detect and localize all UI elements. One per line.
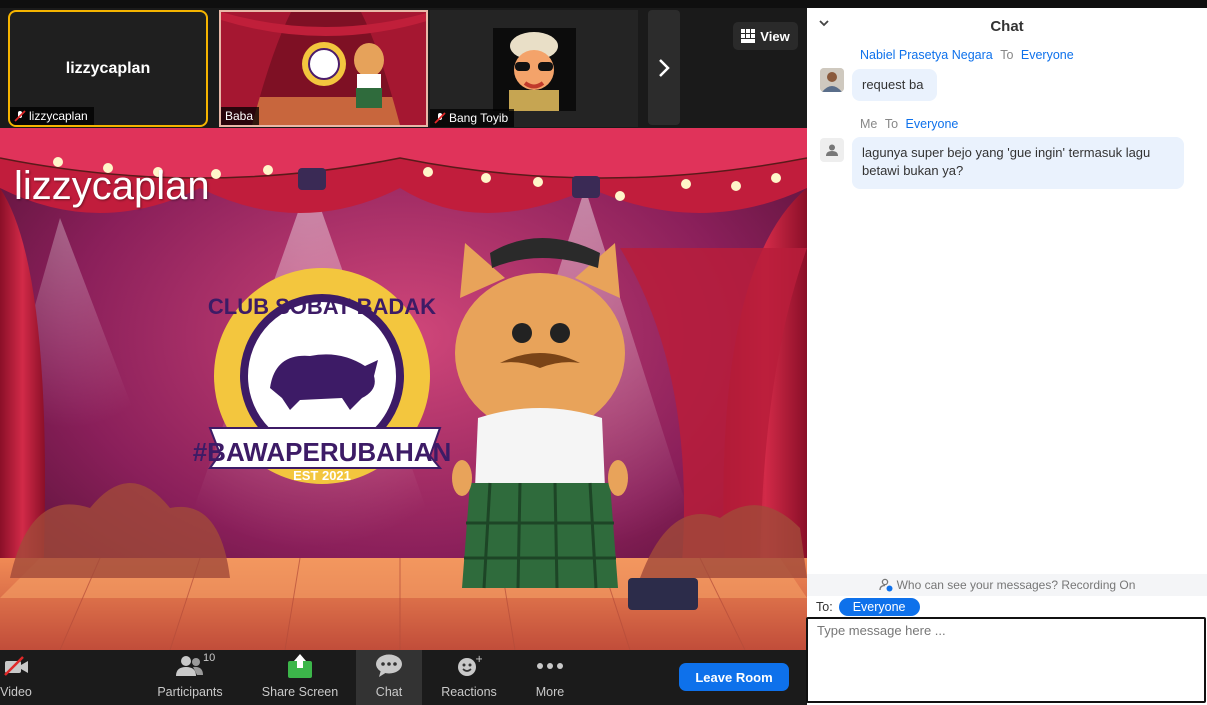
view-button[interactable]: View xyxy=(733,22,798,50)
reactions-button-label: Reactions xyxy=(441,685,497,699)
mic-muted-icon xyxy=(434,112,446,124)
participant-name-tag: Bang Toyib xyxy=(430,109,515,127)
participants-button[interactable]: 10 Participants xyxy=(150,650,230,705)
view-button-label: View xyxy=(760,28,790,44)
active-speaker-name: lizzycaplan xyxy=(14,164,210,208)
window-top-strip xyxy=(0,0,807,8)
message-recipient[interactable]: Everyone xyxy=(906,117,959,131)
chevron-right-icon xyxy=(659,58,670,77)
next-page-button[interactable] xyxy=(648,10,680,125)
privacy-notice-text: Who can see your messages? Recording On xyxy=(896,578,1136,592)
my-avatar xyxy=(820,138,844,162)
chat-bubble-icon xyxy=(376,654,402,677)
recipient-row: To: Everyone xyxy=(816,598,920,616)
reactions-button[interactable]: + Reactions xyxy=(436,650,502,705)
video-off-icon xyxy=(4,656,28,676)
video-area: lizzycaplan lizzycaplan Baba Bang Toyib … xyxy=(0,0,807,705)
leave-room-button[interactable]: Leave Room xyxy=(679,663,789,691)
avatar-image xyxy=(493,28,576,111)
logo-club-text: CLUB SOBAT BADAK xyxy=(208,294,436,319)
reactions-emoji-icon: + xyxy=(458,654,482,676)
sender-avatar xyxy=(820,68,844,92)
chat-panel-top-strip xyxy=(807,0,1207,8)
logo-est-text: EST 2021 xyxy=(293,468,351,483)
message-header: Nabiel Prasetya Negara To Everyone xyxy=(860,48,1074,62)
message-bubble: request ba xyxy=(852,69,937,101)
grid-icon xyxy=(741,29,756,43)
recipient-select[interactable]: Everyone xyxy=(838,598,920,616)
message-input[interactable] xyxy=(806,617,1206,703)
participant-name-tag: lizzycaplan xyxy=(10,107,94,125)
participant-name-tag: Baba xyxy=(221,107,260,125)
participants-button-label: Participants xyxy=(157,685,223,699)
person-icon xyxy=(826,144,838,156)
svg-text:+: + xyxy=(475,654,482,665)
participant-name: Bang Toyib xyxy=(449,111,509,125)
participant-name: lizzycaplan xyxy=(29,109,88,123)
message-sender: Me xyxy=(860,117,878,131)
person-privacy-icon xyxy=(878,578,893,592)
participant-thumbnail-lizzycaplan[interactable]: lizzycaplan lizzycaplan xyxy=(8,10,208,127)
more-dots-icon xyxy=(537,663,563,669)
more-button[interactable]: More xyxy=(518,650,582,705)
profile-photo-icon xyxy=(820,68,844,92)
chat-title: Chat xyxy=(990,18,1024,35)
message-bubble: lagunya super bejo yang 'gue ingin' term… xyxy=(852,137,1184,189)
message-recipient[interactable]: Everyone xyxy=(1021,48,1074,62)
participant-display-name: lizzycaplan xyxy=(65,60,151,77)
logo-banner-text: #BAWAPERUBAHAN xyxy=(193,437,452,467)
video-button-label: Video xyxy=(0,685,32,699)
share-screen-button[interactable]: Share Screen xyxy=(258,650,342,705)
participant-thumbnail-bang-toyib[interactable]: Bang Toyib xyxy=(430,10,638,127)
chat-button[interactable]: Chat xyxy=(356,650,422,705)
message-to-word: To xyxy=(884,117,899,131)
message-sender[interactable]: Nabiel Prasetya Negara xyxy=(860,48,993,62)
message-to-word: To xyxy=(1000,48,1014,62)
participant-name: Baba xyxy=(225,109,254,123)
more-button-label: More xyxy=(535,685,565,699)
share-screen-icon xyxy=(288,654,312,678)
main-speaker-video: #BAWAPERUBAHAN CLUB SOBAT BADAK EST 2021… xyxy=(0,128,807,650)
participants-icon xyxy=(176,656,203,676)
video-button[interactable]: Video xyxy=(0,650,40,705)
participants-count-badge: 10 xyxy=(203,652,216,664)
message-header: Me To Everyone xyxy=(860,117,958,131)
chat-panel: Chat Nabiel Prasetya Negara To Everyone … xyxy=(806,0,1207,705)
share-screen-button-label: Share Screen xyxy=(261,685,339,699)
privacy-notice[interactable]: Who can see your messages? Recording On xyxy=(807,574,1207,596)
to-label: To: xyxy=(816,600,833,614)
participant-avatar xyxy=(493,28,576,111)
participant-thumbnail-baba[interactable]: Baba xyxy=(219,10,428,127)
chat-button-label: Chat xyxy=(375,685,403,699)
mic-muted-icon xyxy=(14,110,26,122)
